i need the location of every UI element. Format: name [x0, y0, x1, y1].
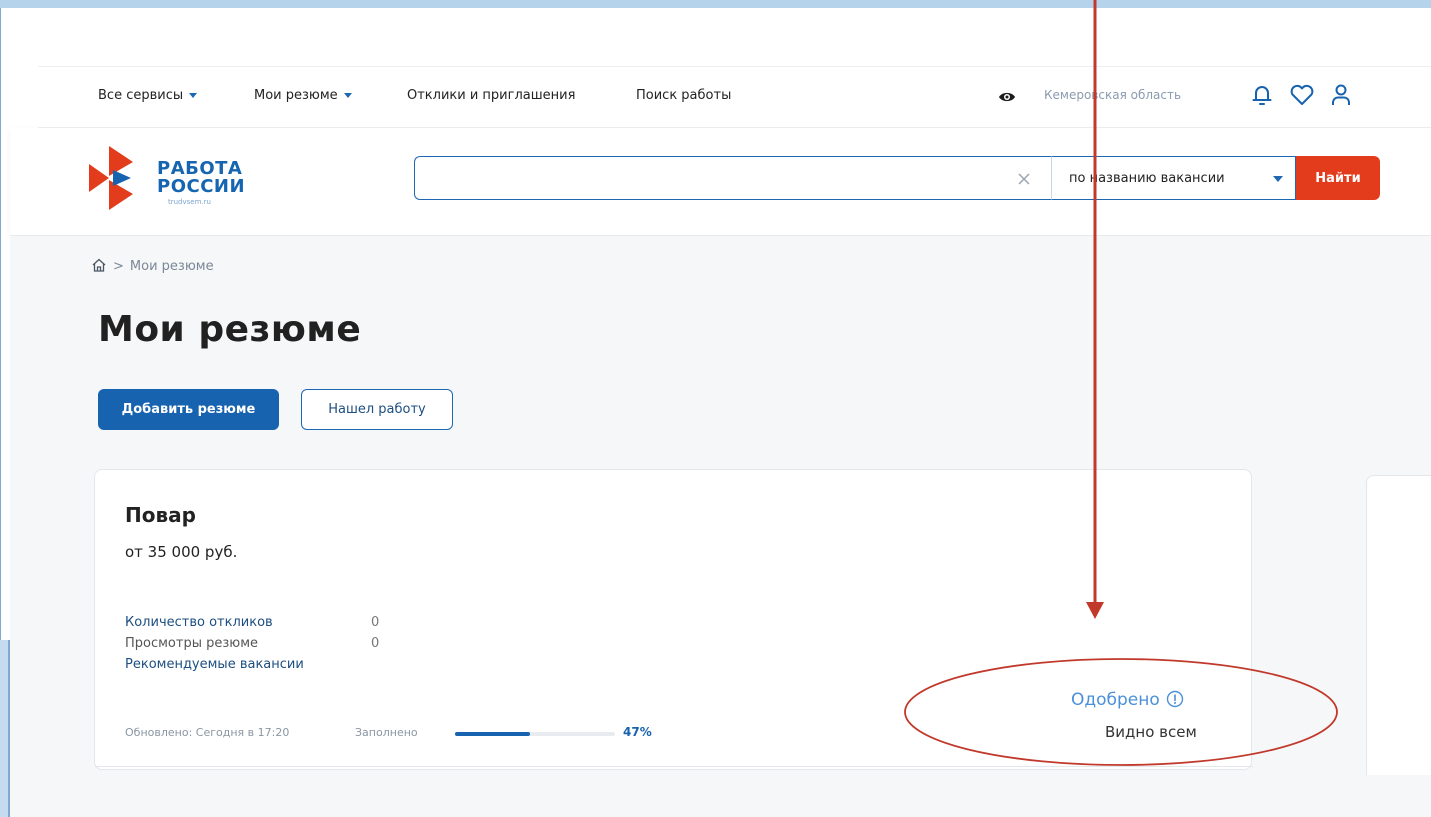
clear-icon[interactable] [1015, 170, 1033, 188]
chevron-down-icon [343, 93, 352, 98]
found-job-button[interactable]: Нашел работу [301, 389, 453, 430]
region-selector[interactable]: Кемеровская область [1044, 88, 1181, 102]
resume-views-value: 0 [371, 636, 380, 651]
side-card-partial [1366, 475, 1431, 775]
card-divider [95, 766, 1253, 767]
page-title: Мои резюме [98, 309, 362, 350]
nav-all-services[interactable]: Все сервисы [98, 88, 198, 103]
breadcrumb-current: Мои резюме [129, 259, 214, 274]
resume-salary: от 35 000 руб. [125, 543, 238, 561]
filled-label: Заполнено [355, 726, 418, 739]
search-mode-select[interactable]: по названию вакансии [1051, 156, 1296, 200]
fill-progress-bar [455, 732, 615, 736]
updated-timestamp: Обновлено: Сегодня в 17:20 [125, 726, 290, 739]
home-icon[interactable] [91, 258, 107, 272]
heart-icon[interactable] [1289, 83, 1315, 107]
status-badge[interactable]: Одобрено [1071, 690, 1184, 710]
nav-responses[interactable]: Отклики и приглашения [407, 88, 575, 103]
browser-top-strip [0, 0, 1431, 8]
responses-count-link[interactable]: Количество откликов [125, 615, 273, 630]
fill-percent: 47% [623, 725, 652, 739]
user-icon[interactable] [1329, 82, 1353, 108]
responses-count-value: 0 [371, 615, 380, 630]
page: Все сервисы Мои резюме Отклики и приглаш… [10, 8, 1431, 817]
chevron-down-icon [189, 93, 198, 98]
eye-icon[interactable] [998, 88, 1016, 106]
chevron-down-icon [1273, 176, 1283, 182]
nav-my-resumes[interactable]: Мои резюме [254, 88, 352, 103]
search-input[interactable] [429, 169, 989, 189]
breadcrumb-separator: > [113, 259, 124, 274]
resume-views-label: Просмотры резюме [125, 636, 259, 651]
logo-icon[interactable] [83, 146, 145, 210]
add-resume-button[interactable]: Добавить резюме [98, 389, 279, 430]
bell-icon[interactable] [1250, 83, 1274, 107]
find-button[interactable]: Найти [1296, 156, 1380, 200]
site-header: РАБОТА РОССИИ trudvsem.ru по названию ва… [10, 128, 1431, 236]
search-box [414, 156, 1051, 200]
logo-domain: trudvsem.ru [168, 198, 211, 206]
logo-text: РАБОТА РОССИИ [157, 158, 246, 197]
left-accent [0, 640, 10, 817]
top-navigation: Все сервисы Мои резюме Отклики и приглаш… [38, 66, 1431, 128]
search-mode-label: по названию вакансии [1069, 171, 1225, 186]
nav-job-search[interactable]: Поиск работы [636, 88, 731, 103]
resume-card[interactable]: Повар от 35 000 руб. Количество откликов… [94, 469, 1253, 770]
info-icon[interactable] [1166, 690, 1184, 708]
breadcrumb: > Мои резюме [91, 258, 214, 274]
resume-title[interactable]: Повар [125, 503, 196, 527]
fill-progress-value [455, 732, 531, 736]
visibility-status: Видно всем [1105, 723, 1197, 741]
recommended-vacancies-link[interactable]: Рекомендуемые вакансии [125, 657, 304, 672]
